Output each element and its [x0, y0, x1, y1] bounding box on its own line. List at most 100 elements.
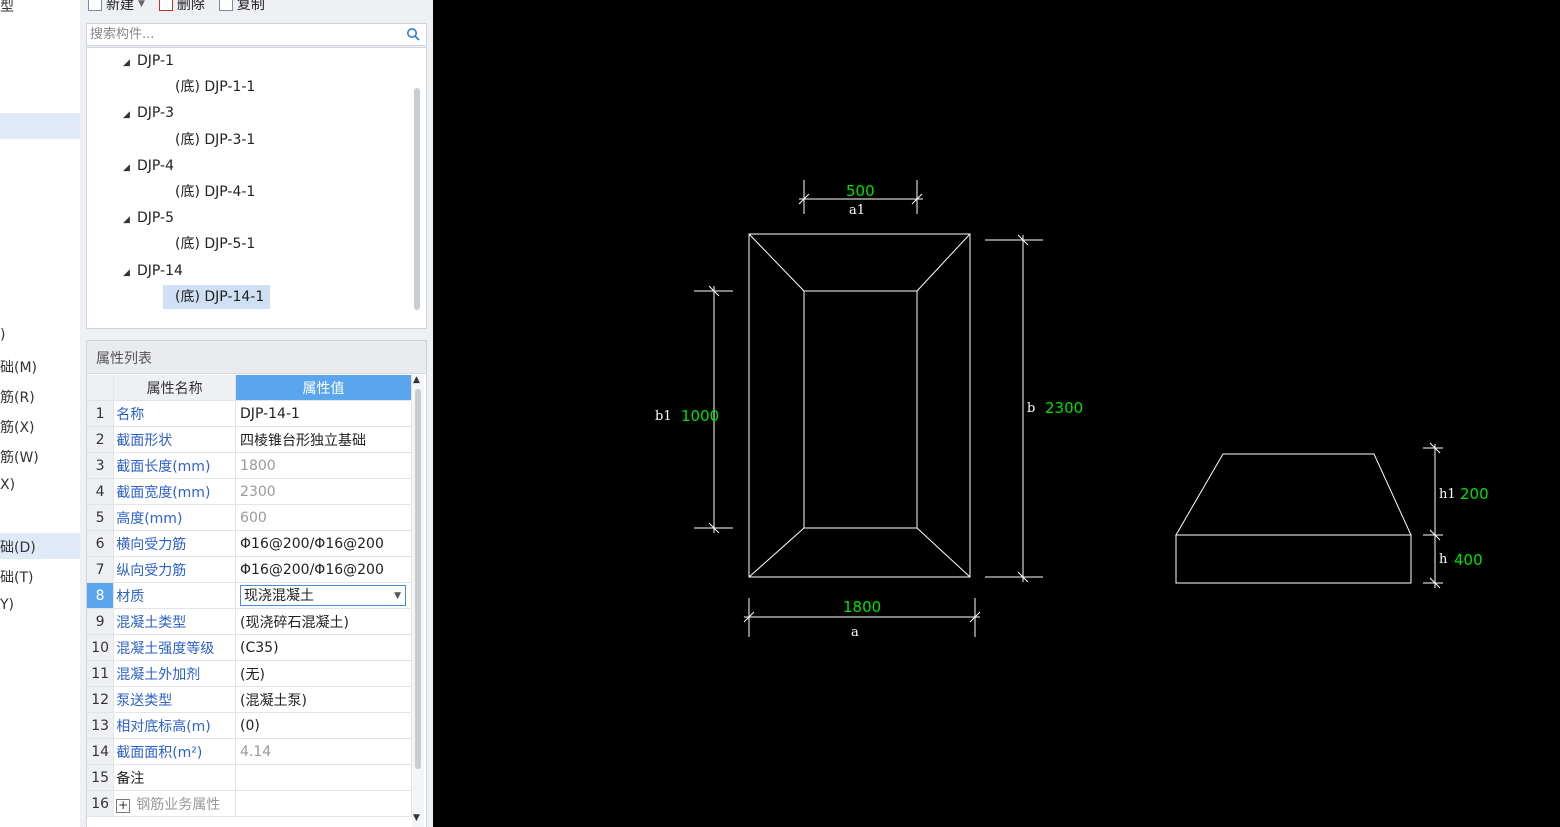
foundation-drawing: 500 a1 b1 1000 b 2300 1800 a h1 200 h 40… — [655, 180, 1489, 640]
property-value: 4.14 — [235, 738, 412, 765]
property-value[interactable]: DJP-14-1 — [235, 400, 412, 427]
left-strip-item[interactable]: Y) — [0, 597, 14, 613]
property-value: 600 — [235, 504, 412, 531]
frustum-outline — [1175, 453, 1412, 536]
table-row[interactable]: 1 名称 DJP-14-1 — [87, 400, 412, 427]
property-value-header[interactable]: 属性值 — [235, 375, 412, 401]
tree-item-djp-5-1[interactable]: (底) DJP-5-1 — [175, 232, 255, 256]
expand-triangle-icon[interactable]: ◢ — [123, 261, 137, 285]
table-row[interactable]: 3 截面长度(mm) 1800 — [87, 452, 412, 479]
property-name: 混凝土类型 — [113, 608, 237, 635]
left-strip-item[interactable]: X) — [0, 477, 15, 493]
tree-item-djp-5[interactable]: ◢ DJP-5 — [123, 206, 174, 230]
left-strip-item[interactable]: ) — [0, 327, 5, 343]
table-row[interactable]: 16 + 钢筋业务属性 — [87, 790, 412, 817]
table-row[interactable]: 15 备注 — [87, 764, 412, 791]
property-scrollbar[interactable]: ▲ ▼ — [412, 375, 424, 827]
table-row[interactable]: 6 横向受力筋 Φ16@200/Φ16@200 — [87, 530, 412, 557]
table-row[interactable]: 7 纵向受力筋 Φ16@200/Φ16@200 — [87, 556, 412, 583]
tree-item-djp-4-1[interactable]: (底) DJP-4-1 — [175, 180, 255, 204]
table-row[interactable]: 5 高度(mm) 600 — [87, 504, 412, 531]
left-strip-item[interactable]: 筋(X) — [0, 417, 35, 437]
outer-outline — [748, 233, 971, 578]
property-table: 属性名称 属性值 1 名称 DJP-14-1 2 截面形状 四棱锥台形独立基础 … — [87, 375, 412, 817]
property-value[interactable]: Φ16@200/Φ16@200 — [235, 530, 412, 557]
b-label: b — [1027, 401, 1035, 416]
expand-triangle-icon[interactable]: ◢ — [123, 208, 137, 232]
tree-item-djp-4[interactable]: ◢ DJP-4 — [123, 154, 174, 178]
row-index: 16 — [87, 790, 115, 817]
scroll-up-icon[interactable]: ▲ — [413, 375, 420, 385]
expand-triangle-icon[interactable]: ◢ — [123, 103, 137, 127]
drawing-canvas[interactable]: 500 a1 b1 1000 b 2300 1800 a h1 200 h 40… — [433, 0, 1560, 827]
property-name: 钢筋业务属性 — [136, 796, 221, 813]
row-index: 14 — [87, 738, 115, 765]
left-strip-item[interactable]: 础(D) — [0, 537, 36, 557]
property-value[interactable]: 四棱锥台形独立基础 — [235, 426, 412, 453]
left-strip-item[interactable]: 础(T) — [0, 567, 33, 587]
component-panel: 新建 ▼ 删除 复制 ◢DJP-1 (底) DJP-1-1 ◢DJP-3 (底)… — [80, 0, 433, 827]
row-index: 10 — [87, 634, 115, 661]
material-select[interactable]: 现浇混凝土 ▼ — [240, 585, 407, 607]
table-row[interactable]: 13 相对底标高(m) (0) — [87, 712, 412, 739]
tree-item-djp-14-1[interactable]: (底) DJP-14-1 — [163, 285, 271, 309]
property-list-title: 属性列表 — [87, 341, 426, 374]
search-icon[interactable] — [406, 27, 420, 41]
expand-triangle-icon[interactable]: ◢ — [123, 51, 137, 75]
corner-line — [916, 233, 971, 292]
search-box — [86, 23, 427, 46]
a1-label: a1 — [849, 203, 865, 218]
table-row[interactable]: 9 混凝土类型 (现浇碎石混凝土) — [87, 608, 412, 635]
inner-outline — [803, 290, 918, 529]
tree-item-djp-3-1[interactable]: (底) DJP-3-1 — [175, 128, 255, 152]
scroll-down-icon[interactable]: ▼ — [413, 813, 420, 823]
tree-item-djp-14[interactable]: ◢ DJP-14 — [123, 259, 183, 283]
corner-line — [916, 527, 971, 578]
tree-item-djp-1[interactable]: ◢ DJP-1 — [123, 49, 174, 73]
property-value[interactable]: (现浇碎石混凝土) — [235, 608, 412, 635]
material-select-cell[interactable]: 现浇混凝土 ▼ — [235, 582, 412, 609]
property-group[interactable]: + 钢筋业务属性 — [113, 790, 237, 817]
left-strip-item[interactable]: 础(M) — [0, 357, 37, 377]
property-name: 名称 — [113, 400, 237, 427]
row-index: 11 — [87, 660, 115, 687]
delete-button[interactable]: 删除 — [158, 0, 205, 14]
expand-plus-icon[interactable]: + — [116, 798, 131, 813]
table-row[interactable]: 10 混凝土强度等级 (C35) — [87, 634, 412, 661]
tree-scrollbar[interactable] — [414, 88, 420, 310]
tree-item-djp-1-1[interactable]: (底) DJP-1-1 — [175, 75, 255, 99]
property-value[interactable]: (混凝土泵) — [235, 686, 412, 713]
copy-button[interactable]: 复制 — [218, 0, 265, 14]
new-button[interactable]: 新建 ▼ — [88, 0, 145, 14]
table-row[interactable]: 11 混凝土外加剂 (无) — [87, 660, 412, 687]
expand-triangle-icon[interactable]: ◢ — [123, 156, 137, 180]
table-row-selected[interactable]: 8 材质 现浇混凝土 ▼ — [87, 582, 412, 609]
row-index: 12 — [87, 686, 115, 713]
table-row[interactable]: 12 泵送类型 (混凝土泵) — [87, 686, 412, 713]
left-strip-item[interactable]: 筋(W) — [0, 447, 39, 467]
property-panel: 属性列表 属性名称 属性值 1 名称 DJP-14-1 2 截面形状 四棱锥台形… — [86, 340, 427, 827]
chevron-down-icon[interactable]: ▼ — [138, 0, 145, 9]
table-row[interactable]: 2 截面形状 四棱锥台形独立基础 — [87, 426, 412, 453]
property-name: 截面长度(mm) — [113, 452, 237, 479]
tree-item-djp-3[interactable]: ◢ DJP-3 — [123, 101, 174, 125]
tree-item-label: DJP-4 — [137, 158, 175, 174]
search-input[interactable] — [87, 24, 390, 45]
property-value[interactable]: (无) — [235, 660, 412, 687]
table-row[interactable]: 14 截面面积(m²) 4.14 — [87, 738, 412, 765]
tree-item-label: (底) DJP-5-1 — [175, 236, 256, 252]
table-row[interactable]: 4 截面宽度(mm) 2300 — [87, 478, 412, 505]
chevron-down-icon[interactable]: ▼ — [394, 586, 401, 607]
property-value[interactable]: (C35) — [235, 634, 412, 661]
left-strip-item[interactable]: 型 — [0, 0, 14, 16]
property-name: 混凝土外加剂 — [113, 660, 237, 687]
corner-line — [748, 527, 805, 578]
property-value[interactable] — [235, 764, 412, 791]
property-name: 高度(mm) — [113, 504, 237, 531]
property-value[interactable]: Φ16@200/Φ16@200 — [235, 556, 412, 583]
tree-item-label: DJP-14 — [137, 263, 183, 279]
left-strip-item[interactable]: 筋(R) — [0, 387, 35, 407]
property-value[interactable]: (0) — [235, 712, 412, 739]
scrollbar-thumb[interactable] — [415, 389, 421, 769]
property-name-header[interactable]: 属性名称 — [113, 375, 237, 401]
